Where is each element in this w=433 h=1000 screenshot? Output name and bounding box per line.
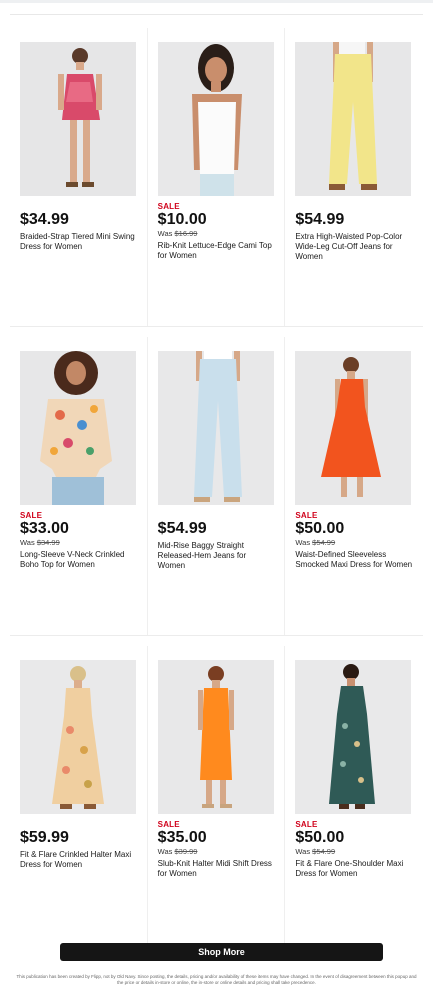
product-card[interactable]: SALE $33.00 Was $34.99 Long-Sleeve V-Nec… — [10, 337, 148, 635]
product-name[interactable]: Rib-Knit Lettuce-Edge Cami Top for Women — [158, 241, 275, 261]
disclaimer-text: This publication has been created by Fli… — [16, 974, 417, 985]
price: $54.99 — [157, 520, 207, 537]
sale-badge: SALE — [295, 511, 318, 520]
price: $50.00 — [295, 520, 345, 537]
was-price: Was $39.99 — [157, 847, 198, 856]
product-card[interactable]: $59.99 Fit & Flare Crinkled Halter Maxi … — [10, 646, 148, 944]
shop-more-button[interactable]: Shop More — [60, 943, 383, 961]
product-name[interactable]: Fit & Flare One-Shoulder Maxi Dress for … — [295, 859, 413, 879]
sale-badge: SALE — [157, 820, 180, 829]
was-price: Was $54.99 — [295, 538, 336, 547]
price: $34.99 — [20, 211, 69, 228]
product-name[interactable]: Long-Sleeve V-Neck Crinkled Boho Top for… — [20, 550, 137, 570]
sale-badge — [158, 511, 275, 520]
product-name[interactable]: Extra High-Waisted Pop-Color Wide-Leg Cu… — [295, 232, 413, 262]
product-image[interactable] — [157, 42, 274, 196]
sale-badge: SALE — [157, 202, 180, 211]
sale-badge: SALE — [295, 820, 318, 829]
product-name[interactable]: Mid-Rise Baggy Straight Released-Hem Jea… — [158, 541, 275, 571]
product-row: SALE $33.00 Was $34.99 Long-Sleeve V-Nec… — [10, 337, 423, 636]
product-row: $59.99 Fit & Flare Crinkled Halter Maxi … — [10, 646, 423, 944]
price: $33.00 — [20, 520, 69, 537]
product-grid: $34.99 Braided-Strap Tiered Mini Swing D… — [10, 28, 423, 954]
product-name[interactable]: Fit & Flare Crinkled Halter Maxi Dress f… — [20, 850, 137, 870]
product-card[interactable]: $34.99 Braided-Strap Tiered Mini Swing D… — [10, 28, 148, 326]
price: $50.00 — [295, 829, 345, 846]
was-price: Was $54.99 — [295, 847, 336, 856]
was-price: Was $34.99 — [20, 538, 60, 547]
product-card[interactable]: SALE $50.00 Was $54.99 Fit & Flare One-S… — [285, 646, 423, 944]
price: $35.00 — [157, 829, 207, 846]
product-image[interactable] — [20, 660, 136, 814]
product-image[interactable] — [157, 351, 274, 505]
was-price: Was $16.99 — [157, 229, 198, 238]
product-image[interactable] — [295, 660, 412, 814]
product-image[interactable] — [20, 351, 136, 505]
top-border — [0, 0, 433, 3]
price: $10.00 — [157, 211, 207, 228]
product-card[interactable]: $54.99 Extra High-Waisted Pop-Color Wide… — [285, 28, 423, 326]
sale-badge — [20, 202, 137, 211]
sale-badge — [20, 820, 137, 829]
product-image[interactable] — [20, 42, 136, 196]
product-image[interactable] — [157, 660, 274, 814]
product-name[interactable]: Slub-Knit Halter Midi Shift Dress for Wo… — [158, 859, 275, 879]
price: $59.99 — [20, 829, 69, 846]
product-card[interactable]: SALE $35.00 Was $39.99 Slub-Knit Halter … — [148, 646, 286, 944]
sale-badge — [295, 202, 413, 211]
product-name[interactable]: Waist-Defined Sleeveless Smocked Maxi Dr… — [295, 550, 413, 570]
product-card[interactable]: $54.99 Mid-Rise Baggy Straight Released-… — [148, 337, 286, 635]
product-image[interactable] — [295, 42, 412, 196]
divider — [10, 14, 423, 15]
product-image[interactable] — [295, 351, 412, 505]
sale-badge: SALE — [20, 511, 43, 520]
product-card[interactable]: SALE $50.00 Was $54.99 Waist-Defined Sle… — [285, 337, 423, 635]
product-card[interactable]: SALE $10.00 Was $16.99 Rib-Knit Lettuce-… — [148, 28, 286, 326]
price: $54.99 — [295, 211, 345, 228]
product-row: $34.99 Braided-Strap Tiered Mini Swing D… — [10, 28, 423, 327]
product-name[interactable]: Braided-Strap Tiered Mini Swing Dress fo… — [20, 232, 137, 252]
